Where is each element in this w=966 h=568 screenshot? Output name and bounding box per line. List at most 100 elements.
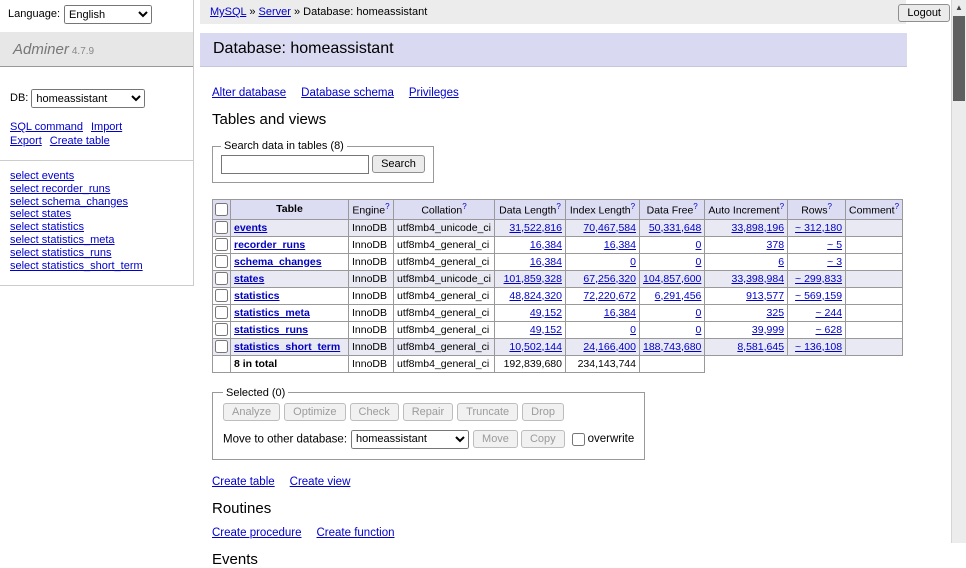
index-length-link[interactable]: 0 [630, 256, 636, 268]
index-length-link[interactable]: 0 [630, 324, 636, 336]
bulk-optimize-button[interactable]: Optimize [284, 403, 345, 421]
auto-increment-link[interactable]: 6 [778, 256, 784, 268]
table-name-link[interactable]: statistics_meta [234, 307, 310, 319]
rows-link[interactable]: ~ 244 [815, 307, 842, 319]
auto-increment-link[interactable]: 39,999 [752, 324, 784, 336]
data-free-link[interactable]: 0 [696, 239, 702, 251]
table-name-link[interactable]: statistics [234, 290, 280, 302]
sidebar-table-link[interactable]: select recorder_runs [10, 183, 110, 196]
auto-increment-link[interactable]: 33,398,984 [731, 273, 784, 285]
data-length-link[interactable]: 10,502,144 [509, 341, 562, 353]
sidebar-table-link[interactable]: select statistics_runs [10, 247, 111, 260]
rows-link[interactable]: ~ 312,180 [795, 222, 842, 234]
data-length-link[interactable]: 31,522,816 [509, 222, 562, 234]
bulk-drop-button[interactable]: Drop [522, 403, 564, 421]
data-length-link[interactable]: 49,152 [530, 307, 562, 319]
breadcrumb-link[interactable]: MySQL [210, 6, 246, 18]
data-free-link[interactable]: 0 [696, 256, 702, 268]
data-free-link[interactable]: 6,291,456 [655, 290, 702, 302]
search-input[interactable] [221, 155, 369, 174]
sidebar-table-link[interactable]: select states [10, 208, 71, 221]
table-name-link[interactable]: statistics_runs [234, 324, 308, 336]
bulk-analyze-button[interactable]: Analyze [223, 403, 280, 421]
rows-link[interactable]: ~ 569,159 [795, 290, 842, 302]
table-name-link[interactable]: schema_changes [234, 256, 322, 268]
row-checkbox[interactable] [215, 238, 228, 251]
row-checkbox[interactable] [215, 255, 228, 268]
db-action-link[interactable]: Alter database [212, 87, 286, 99]
sidebar-table-link[interactable]: select schema_changes [10, 196, 128, 209]
row-checkbox[interactable] [215, 306, 228, 319]
table-name-link[interactable]: statistics_short_term [234, 341, 340, 353]
table-name-link[interactable]: events [234, 222, 267, 234]
app-logo-link[interactable]: Adminer [13, 41, 69, 58]
column-help-link[interactable]: ? [631, 202, 635, 211]
rows-link[interactable]: ~ 3 [827, 256, 842, 268]
sidebar-table-link[interactable]: select statistics_short_term [10, 260, 143, 273]
bulk-check-button[interactable]: Check [350, 403, 399, 421]
bulk-truncate-button[interactable]: Truncate [457, 403, 518, 421]
auto-increment-link[interactable]: 913,577 [746, 290, 784, 302]
column-help-link[interactable]: ? [462, 202, 466, 211]
db-action-link[interactable]: Privileges [409, 87, 459, 99]
routine-link[interactable]: Create function [317, 527, 395, 539]
breadcrumb-link[interactable]: Server [259, 6, 291, 18]
create-link[interactable]: Create table [212, 476, 275, 488]
sidebar-action-link[interactable]: SQL command [10, 120, 83, 134]
sidebar-table-link[interactable]: select statistics [10, 221, 84, 234]
sidebar-action-link[interactable]: Import [91, 120, 122, 134]
data-length-link[interactable]: 101,859,328 [504, 273, 562, 285]
sidebar-table-link[interactable]: select events [10, 170, 74, 183]
data-free-link[interactable]: 104,857,600 [643, 273, 701, 285]
index-length-link[interactable]: 24,166,400 [583, 341, 636, 353]
index-length-link[interactable]: 67,256,320 [583, 273, 636, 285]
select-all-checkbox[interactable] [215, 203, 228, 216]
sidebar-table-link[interactable]: select statistics_meta [10, 234, 115, 247]
data-free-link[interactable]: 0 [696, 307, 702, 319]
db-action-link[interactable]: Database schema [301, 87, 394, 99]
logout-button[interactable]: Logout [898, 4, 950, 22]
search-button[interactable]: Search [372, 155, 425, 173]
data-length-link[interactable]: 48,824,320 [509, 290, 562, 302]
table-name-link[interactable]: recorder_runs [234, 239, 305, 251]
auto-increment-link[interactable]: 325 [767, 307, 785, 319]
row-checkbox[interactable] [215, 272, 228, 285]
rows-link[interactable]: ~ 299,833 [795, 273, 842, 285]
db-select[interactable]: homeassistant [31, 89, 145, 108]
move-db-select[interactable]: homeassistant [351, 430, 469, 449]
index-length-link[interactable]: 72,220,672 [583, 290, 636, 302]
row-checkbox[interactable] [215, 340, 228, 353]
row-checkbox[interactable] [215, 221, 228, 234]
scrollbar-thumb[interactable] [953, 16, 965, 101]
column-help-link[interactable]: ? [556, 202, 560, 211]
data-free-link[interactable]: 0 [696, 324, 702, 336]
data-length-link[interactable]: 16,384 [530, 256, 562, 268]
column-help-link[interactable]: ? [895, 202, 899, 211]
overwrite-checkbox[interactable] [572, 433, 585, 446]
rows-link[interactable]: ~ 5 [827, 239, 842, 251]
copy-button[interactable]: Copy [521, 430, 565, 448]
routine-link[interactable]: Create procedure [212, 527, 302, 539]
data-length-link[interactable]: 49,152 [530, 324, 562, 336]
column-help-link[interactable]: ? [780, 202, 784, 211]
row-checkbox[interactable] [215, 289, 228, 302]
auto-increment-link[interactable]: 378 [767, 239, 785, 251]
auto-increment-link[interactable]: 8,581,645 [737, 341, 784, 353]
scroll-up-icon[interactable]: ▲ [952, 0, 966, 15]
sidebar-action-link[interactable]: Export [10, 134, 42, 148]
row-checkbox[interactable] [215, 323, 228, 336]
bulk-repair-button[interactable]: Repair [403, 403, 453, 421]
column-help-link[interactable]: ? [385, 202, 389, 211]
scrollbar[interactable]: ▲ [951, 0, 966, 543]
language-select[interactable]: English [64, 5, 152, 24]
sidebar-action-link[interactable]: Create table [50, 134, 110, 148]
column-help-link[interactable]: ? [827, 202, 831, 211]
column-help-link[interactable]: ? [693, 202, 697, 211]
create-link[interactable]: Create view [290, 476, 351, 488]
data-free-link[interactable]: 188,743,680 [643, 341, 701, 353]
index-length-link[interactable]: 70,467,584 [583, 222, 636, 234]
data-length-link[interactable]: 16,384 [530, 239, 562, 251]
data-free-link[interactable]: 50,331,648 [649, 222, 702, 234]
auto-increment-link[interactable]: 33,898,196 [731, 222, 784, 234]
move-button[interactable]: Move [473, 430, 518, 448]
